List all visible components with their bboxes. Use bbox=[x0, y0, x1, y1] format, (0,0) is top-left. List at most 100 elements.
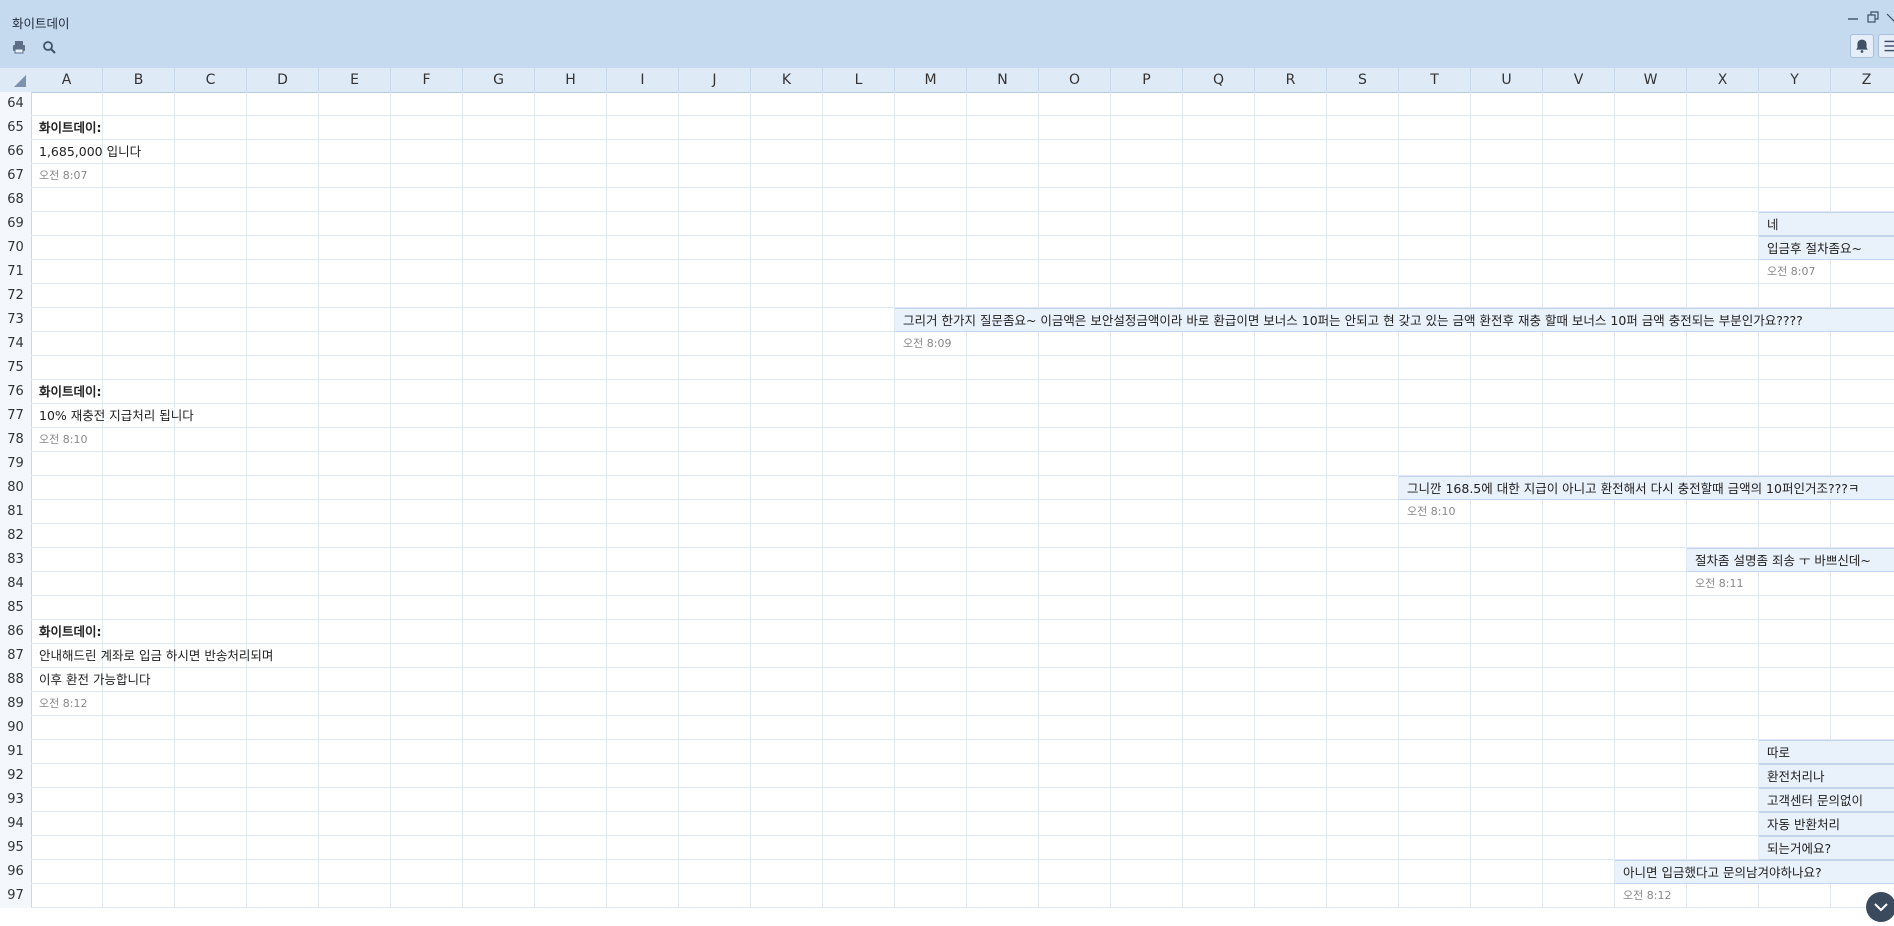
menu-button[interactable] bbox=[1878, 34, 1894, 58]
row-header[interactable]: 94 bbox=[0, 812, 31, 836]
message-timestamp: 오전 8:10 bbox=[1407, 505, 1456, 518]
row-header[interactable]: 74 bbox=[0, 332, 31, 356]
message-timestamp: 오전 8:07 bbox=[39, 169, 88, 182]
column-header-l[interactable]: L bbox=[823, 68, 895, 92]
row-header[interactable]: 80 bbox=[0, 476, 31, 500]
restore-icon[interactable] bbox=[1866, 10, 1880, 24]
search-icon[interactable] bbox=[42, 40, 56, 54]
column-header-b[interactable]: B bbox=[103, 68, 175, 92]
column-header-u[interactable]: U bbox=[1471, 68, 1543, 92]
column-header-h[interactable]: H bbox=[535, 68, 607, 92]
notification-button[interactable] bbox=[1850, 34, 1874, 58]
message-text: 안내해드린 계좌로 입금 하시면 반송처리되며 bbox=[39, 648, 274, 663]
message-text: 아니면 입금했다고 문의남겨야하나요? bbox=[1615, 860, 1894, 884]
column-header-v[interactable]: V bbox=[1543, 68, 1615, 92]
column-header-q[interactable]: Q bbox=[1183, 68, 1255, 92]
message-text: 따로 bbox=[1759, 740, 1894, 764]
column-header-e[interactable]: E bbox=[319, 68, 391, 92]
column-header-x[interactable]: X bbox=[1687, 68, 1759, 92]
row-header[interactable]: 72 bbox=[0, 284, 31, 308]
column-header-i[interactable]: I bbox=[607, 68, 679, 92]
row-header[interactable]: 69 bbox=[0, 212, 31, 236]
message-text: 자동 반환처리 bbox=[1759, 812, 1894, 836]
message-timestamp: 오전 8:12 bbox=[39, 697, 88, 710]
window-title: 화이트데이 bbox=[12, 16, 70, 31]
scroll-down-button[interactable] bbox=[1866, 892, 1894, 922]
row-header[interactable]: 73 bbox=[0, 308, 31, 332]
message-text: 10% 재충전 지급처리 됩니다 bbox=[39, 408, 194, 423]
message-timestamp: 오전 8:12 bbox=[1623, 889, 1672, 902]
message-text: 이후 환전 가능합니다 bbox=[39, 672, 151, 687]
column-header-t[interactable]: T bbox=[1399, 68, 1471, 92]
message-text: 그니깐 168.5에 대한 지급이 아니고 환전해서 다시 충전할때 금액의 1… bbox=[1399, 476, 1894, 500]
row-header[interactable]: 68 bbox=[0, 188, 31, 212]
row-header[interactable]: 70 bbox=[0, 236, 31, 260]
close-icon[interactable] bbox=[1886, 10, 1894, 24]
title-bar: 화이트데이 bbox=[0, 0, 1894, 69]
column-header-s[interactable]: S bbox=[1327, 68, 1399, 92]
row-header[interactable]: 76 bbox=[0, 380, 31, 404]
minimize-icon[interactable] bbox=[1846, 10, 1860, 24]
select-all-corner[interactable] bbox=[0, 68, 31, 92]
row-header[interactable]: 81 bbox=[0, 500, 31, 524]
column-header-p[interactable]: P bbox=[1111, 68, 1183, 92]
row-header[interactable]: 84 bbox=[0, 572, 31, 596]
row-header[interactable]: 83 bbox=[0, 548, 31, 572]
column-header-g[interactable]: G bbox=[463, 68, 535, 92]
column-header-r[interactable]: R bbox=[1255, 68, 1327, 92]
row-header[interactable]: 89 bbox=[0, 692, 31, 716]
message-sender: 화이트데이: bbox=[39, 384, 102, 399]
row-header[interactable]: 95 bbox=[0, 836, 31, 860]
column-header-j[interactable]: J bbox=[679, 68, 751, 92]
row-header[interactable]: 64 bbox=[0, 92, 31, 116]
column-header-m[interactable]: M bbox=[895, 68, 967, 92]
column-header-w[interactable]: W bbox=[1615, 68, 1687, 92]
message-timestamp: 오전 8:07 bbox=[1767, 265, 1816, 278]
message-text: 입금후 절차좀요~ bbox=[1759, 236, 1894, 260]
message-text: 절차좀 설명좀 죄송 ㅜ 바쁘신데~ bbox=[1687, 548, 1894, 572]
row-header[interactable]: 90 bbox=[0, 716, 31, 740]
message-text: 되는거에요? bbox=[1759, 836, 1894, 860]
message-text: 네 bbox=[1759, 212, 1894, 236]
bell-icon bbox=[1856, 39, 1868, 53]
row-header[interactable]: 82 bbox=[0, 524, 31, 548]
row-header[interactable]: 96 bbox=[0, 860, 31, 884]
row-header[interactable]: 66 bbox=[0, 140, 31, 164]
column-header-d[interactable]: D bbox=[247, 68, 319, 92]
printer-icon[interactable] bbox=[12, 40, 26, 54]
row-header[interactable]: 93 bbox=[0, 788, 31, 812]
column-header-o[interactable]: O bbox=[1039, 68, 1111, 92]
row-header[interactable]: 65 bbox=[0, 116, 31, 140]
message-timestamp: 오전 8:11 bbox=[1695, 577, 1744, 590]
row-header[interactable]: 92 bbox=[0, 764, 31, 788]
message-text: 고객센터 문의없이 bbox=[1759, 788, 1894, 812]
row-header[interactable]: 86 bbox=[0, 620, 31, 644]
row-header[interactable]: 71 bbox=[0, 260, 31, 284]
column-header-a[interactable]: A bbox=[31, 68, 103, 92]
column-header-y[interactable]: Y bbox=[1759, 68, 1831, 92]
chevron-down-icon bbox=[1874, 903, 1888, 912]
row-header[interactable]: 67 bbox=[0, 164, 31, 188]
column-header-f[interactable]: F bbox=[391, 68, 463, 92]
row-header[interactable]: 78 bbox=[0, 428, 31, 452]
message-sender: 화이트데이: bbox=[39, 120, 102, 135]
select-all-triangle-icon bbox=[14, 75, 26, 87]
row-header[interactable]: 97 bbox=[0, 884, 31, 908]
message-sender: 화이트데이: bbox=[39, 624, 102, 639]
column-header-c[interactable]: C bbox=[175, 68, 247, 92]
column-header-z[interactable]: Z bbox=[1831, 68, 1894, 92]
row-header[interactable]: 85 bbox=[0, 596, 31, 620]
row-header[interactable]: 75 bbox=[0, 356, 31, 380]
message-text: 그리거 한가지 질문좀요~ 이금액은 보안설정금액이라 바로 환급이면 보너스 … bbox=[895, 308, 1894, 332]
row-header[interactable]: 77 bbox=[0, 404, 31, 428]
menu-icon bbox=[1884, 40, 1894, 52]
message-text: 1,685,000 입니다 bbox=[39, 144, 142, 159]
row-header[interactable]: 87 bbox=[0, 644, 31, 668]
row-header[interactable]: 88 bbox=[0, 668, 31, 692]
column-header-k[interactable]: K bbox=[751, 68, 823, 92]
message-timestamp: 오전 8:09 bbox=[903, 337, 952, 350]
message-timestamp: 오전 8:10 bbox=[39, 433, 88, 446]
column-header-n[interactable]: N bbox=[967, 68, 1039, 92]
row-header[interactable]: 91 bbox=[0, 740, 31, 764]
row-header[interactable]: 79 bbox=[0, 452, 31, 476]
